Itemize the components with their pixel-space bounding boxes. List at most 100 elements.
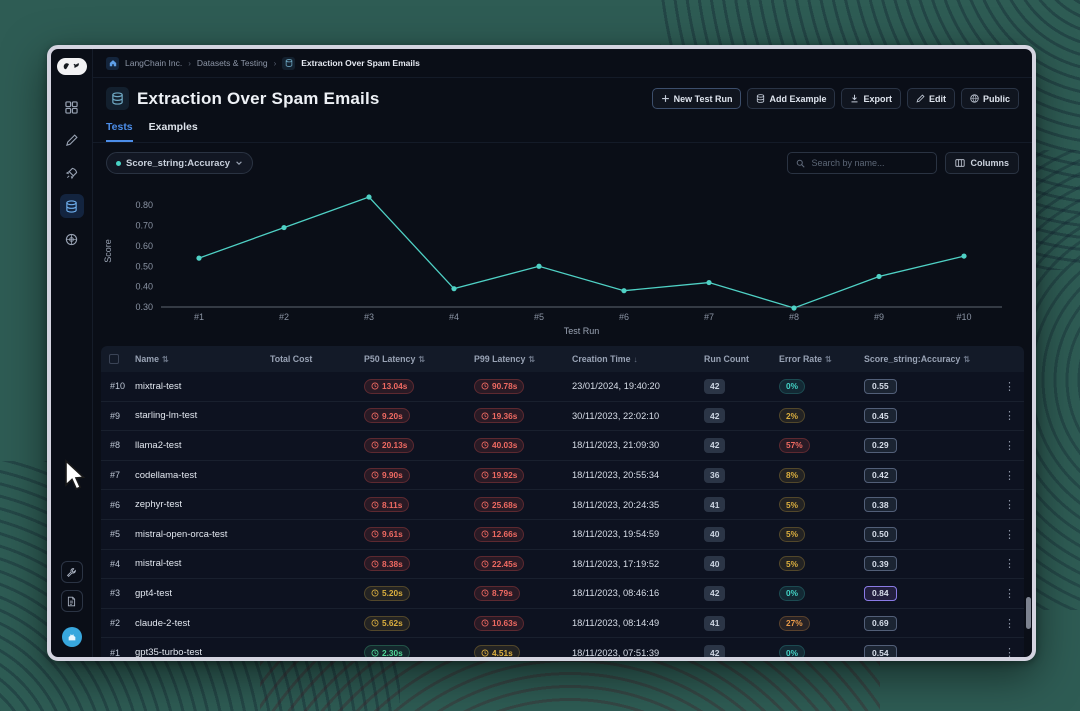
breadcrumb-org[interactable]: LangChain Inc. xyxy=(125,58,182,68)
sort-icon[interactable]: ⇅ xyxy=(162,355,169,364)
org-avatar-icon xyxy=(67,632,77,642)
run-name[interactable]: mistral-test xyxy=(135,558,270,569)
table-row-mixtral-test[interactable]: #10mixtral-test13.04s90.78s23/01/2024, 1… xyxy=(101,372,1024,402)
table-row-gpt4-test[interactable]: #3gpt4-test5.20s8.79s18/11/2023, 08:46:1… xyxy=(101,579,1024,609)
sort-icon[interactable]: ⇅ xyxy=(825,355,832,364)
add-example-button[interactable]: Add Example xyxy=(747,88,835,109)
sidebar-item-annotation[interactable] xyxy=(60,128,84,152)
error-rate-badge: 5% xyxy=(779,497,805,512)
row-menu-button[interactable]: ⋮ xyxy=(1004,587,1024,600)
row-menu-button[interactable]: ⋮ xyxy=(1004,469,1024,482)
p50-latency-badge: 20.13s xyxy=(364,438,414,453)
column-header-creation-time[interactable]: Creation Time↓ xyxy=(572,354,704,364)
search-input[interactable] xyxy=(811,158,928,168)
run-name[interactable]: gpt4-test xyxy=(135,588,270,599)
globe-icon xyxy=(970,94,979,103)
home-icon[interactable] xyxy=(106,57,119,70)
creation-time: 18/11/2023, 19:54:59 xyxy=(572,529,704,539)
column-header-name[interactable]: Name⇅ xyxy=(135,354,270,364)
creation-time: 30/11/2023, 22:02:10 xyxy=(572,411,704,421)
run-name[interactable]: zephyr-test xyxy=(135,499,270,510)
sidebar-item-deployments[interactable] xyxy=(60,161,84,185)
error-rate-badge: 57% xyxy=(779,438,810,453)
run-name[interactable]: mixtral-test xyxy=(135,381,270,392)
table-row-gpt35-turbo-test[interactable]: #1gpt35-turbo-test2.30s4.51s18/11/2023, … xyxy=(101,638,1024,657)
search-icon xyxy=(796,159,805,168)
sidebar-item-datasets[interactable] xyxy=(60,194,84,218)
run-name[interactable]: starling-lm-test xyxy=(135,410,270,421)
column-header-run-count[interactable]: Run Count xyxy=(704,354,779,364)
error-rate-badge: 0% xyxy=(779,586,805,601)
table-row-zephyr-test[interactable]: #6zephyr-test8.11s25.68s18/11/2023, 20:2… xyxy=(101,490,1024,520)
sidebar-item-apps[interactable] xyxy=(60,95,84,119)
new-test-run-button[interactable]: New Test Run xyxy=(652,88,742,109)
sidebar-item-hub[interactable] xyxy=(60,227,84,251)
clock-icon xyxy=(481,501,489,509)
scrollbar-thumb[interactable] xyxy=(1026,597,1031,629)
sort-icon[interactable]: ⇅ xyxy=(963,355,970,364)
row-menu-button[interactable]: ⋮ xyxy=(1004,617,1024,630)
table-row-claude-2-test[interactable]: #2claude-2-test5.62s10.63s18/11/2023, 08… xyxy=(101,609,1024,639)
column-header-score-string-accuracy[interactable]: Score_string:Accuracy⇅ xyxy=(864,354,1004,364)
user-avatar[interactable] xyxy=(62,627,82,647)
p99-latency-badge: 12.66s xyxy=(474,527,524,542)
download-icon xyxy=(850,94,859,103)
sort-icon[interactable]: ⇅ xyxy=(528,355,535,364)
run-name[interactable]: llama2-test xyxy=(135,440,270,451)
run-index: #10 xyxy=(101,381,135,391)
export-button[interactable]: Export xyxy=(841,88,901,109)
p99-latency-badge: 90.78s xyxy=(474,379,524,394)
score-badge: 0.42 xyxy=(864,468,897,483)
row-menu-button[interactable]: ⋮ xyxy=(1004,557,1024,570)
button-label: New Test Run xyxy=(674,94,733,104)
column-header-p99-latency[interactable]: P99 Latency⇅ xyxy=(474,354,572,364)
run-name[interactable]: claude-2-test xyxy=(135,618,270,629)
public-button[interactable]: Public xyxy=(961,88,1019,109)
select-all-checkbox[interactable] xyxy=(101,354,135,364)
sort-desc-icon[interactable]: ↓ xyxy=(634,355,638,364)
row-menu-button[interactable]: ⋮ xyxy=(1004,439,1024,452)
search-box[interactable] xyxy=(787,152,937,174)
column-header-p50-latency[interactable]: P50 Latency⇅ xyxy=(364,354,474,364)
svg-text:#4: #4 xyxy=(449,312,459,322)
run-count-badge: 40 xyxy=(704,556,725,571)
metric-filter-chip[interactable]: Score_string:Accuracy xyxy=(106,152,253,174)
p50-latency-badge: 9.61s xyxy=(364,527,410,542)
tab-examples[interactable]: Examples xyxy=(149,121,198,142)
p50-latency-badge: 5.20s xyxy=(364,586,410,601)
run-count-badge: 41 xyxy=(704,497,725,512)
column-header-total-cost[interactable]: Total Cost xyxy=(270,354,364,364)
table-row-mistral-test[interactable]: #4mistral-test8.38s22.45s18/11/2023, 17:… xyxy=(101,550,1024,580)
column-header-error-rate[interactable]: Error Rate⇅ xyxy=(779,354,864,364)
sort-icon[interactable]: ⇅ xyxy=(418,355,425,364)
p99-latency-badge: 8.79s xyxy=(474,586,520,601)
docs-button[interactable] xyxy=(61,590,83,612)
edit-button[interactable]: Edit xyxy=(907,88,955,109)
creation-time: 18/11/2023, 08:46:16 xyxy=(572,588,704,598)
row-menu-button[interactable]: ⋮ xyxy=(1004,646,1024,657)
row-menu-button[interactable]: ⋮ xyxy=(1004,528,1024,541)
langsmith-logo[interactable] xyxy=(57,58,87,75)
row-menu-button[interactable]: ⋮ xyxy=(1004,380,1024,393)
run-name[interactable]: mistral-open-orca-test xyxy=(135,529,270,540)
columns-button[interactable]: Columns xyxy=(945,152,1019,174)
error-rate-badge: 5% xyxy=(779,527,805,542)
table-row-starling-lm-test[interactable]: #9starling-lm-test9.20s19.36s30/11/2023,… xyxy=(101,402,1024,432)
run-name[interactable]: codellama-test xyxy=(135,470,270,481)
button-label: Add Example xyxy=(769,94,826,104)
settings-button[interactable] xyxy=(61,561,83,583)
run-name[interactable]: gpt35-turbo-test xyxy=(135,647,270,657)
breadcrumb-section[interactable]: Datasets & Testing xyxy=(197,58,268,68)
row-menu-button[interactable]: ⋮ xyxy=(1004,498,1024,511)
tab-tests[interactable]: Tests xyxy=(106,121,133,142)
table-row-mistral-open-orca-test[interactable]: #5mistral-open-orca-test9.61s12.66s18/11… xyxy=(101,520,1024,550)
parrot-wrench-logo-icon xyxy=(61,61,83,72)
row-menu-button[interactable]: ⋮ xyxy=(1004,409,1024,422)
app-window: LangChain Inc. › Datasets & Testing › Ex… xyxy=(47,45,1036,661)
run-count-badge: 42 xyxy=(704,379,725,394)
table-row-llama2-test[interactable]: #8llama2-test20.13s40.03s18/11/2023, 21:… xyxy=(101,431,1024,461)
plus-icon xyxy=(661,94,670,103)
table-row-codellama-test[interactable]: #7codellama-test9.90s19.92s18/11/2023, 2… xyxy=(101,461,1024,491)
clock-icon xyxy=(371,412,379,420)
clock-icon xyxy=(371,471,379,479)
